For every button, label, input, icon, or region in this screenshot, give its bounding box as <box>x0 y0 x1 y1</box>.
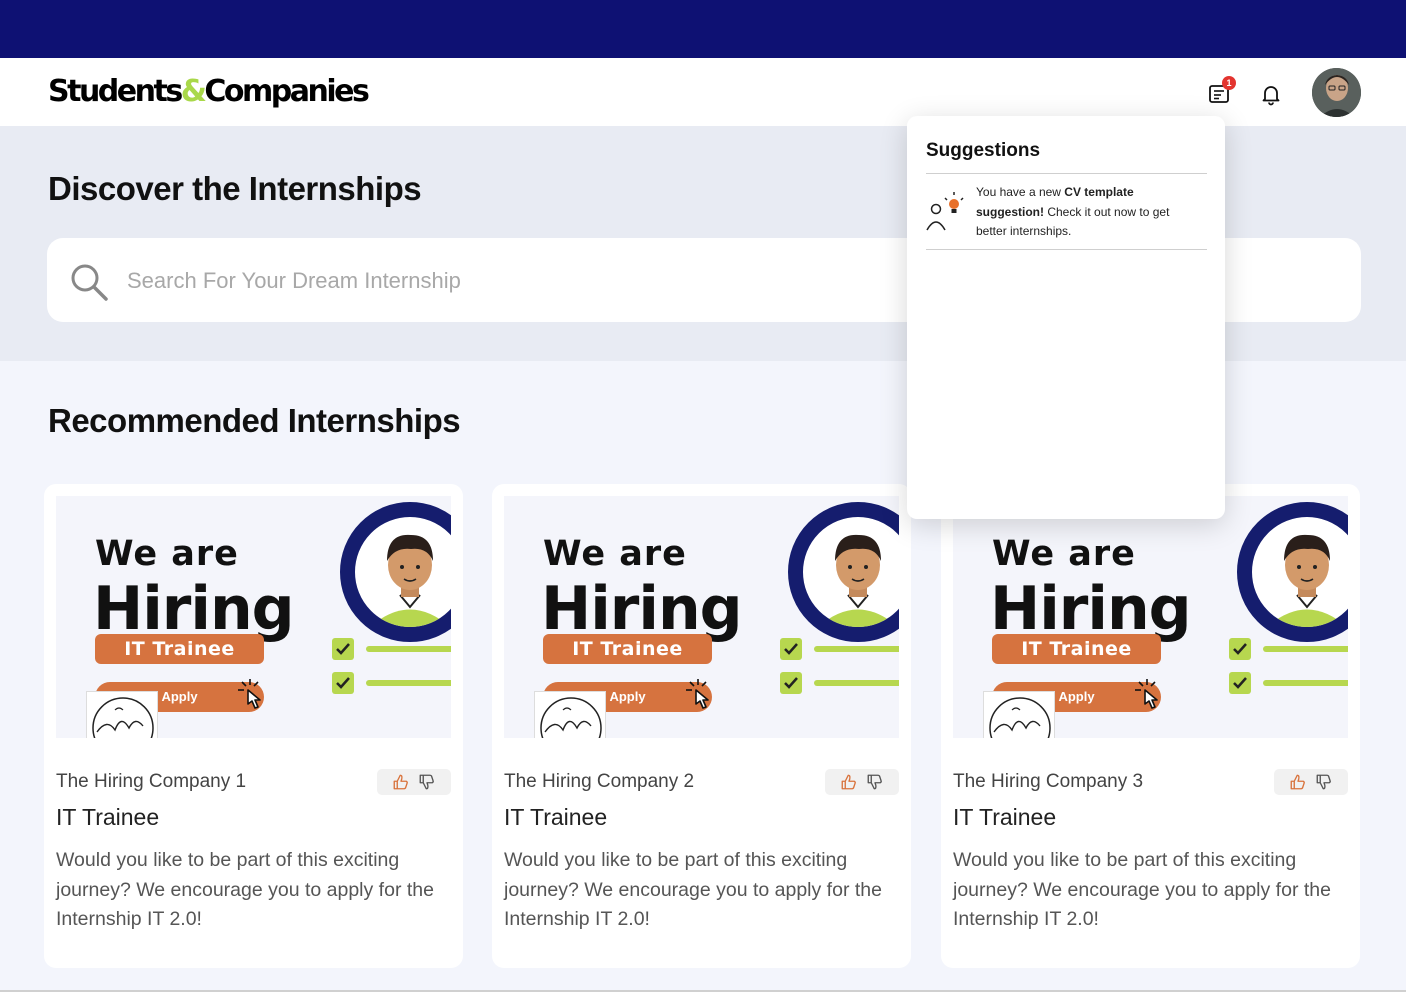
top-bar <box>0 0 1406 58</box>
thumbs-down-icon[interactable] <box>1315 773 1333 791</box>
company-name[interactable]: The Hiring Company 3 <box>953 771 1143 793</box>
banner-line <box>1263 680 1348 686</box>
thumbs-up-icon[interactable] <box>392 773 410 791</box>
user-avatar[interactable] <box>1312 68 1361 117</box>
person-illustration-icon <box>1252 517 1348 627</box>
thumbs-up-icon[interactable] <box>1289 773 1307 791</box>
checkbox-checked-icon <box>780 638 802 660</box>
banner-check-row <box>780 638 899 662</box>
banner-line <box>1263 646 1348 652</box>
job-title[interactable]: IT Trainee <box>56 804 159 831</box>
card-banner-image[interactable]: We are Hiring IT Trainee Apply <box>504 496 899 738</box>
thumbs-down-icon[interactable] <box>418 773 436 791</box>
notification-badge: 1 <box>1222 76 1236 90</box>
person-illustration-icon <box>355 517 451 627</box>
company-name[interactable]: The Hiring Company 2 <box>504 771 694 793</box>
banner-check-row <box>332 672 451 696</box>
banner-line <box>814 646 899 652</box>
section-title-recommended: Recommended Internships <box>48 402 461 439</box>
job-description: Would you like to be part of this exciti… <box>56 849 434 930</box>
company-logo <box>86 691 158 738</box>
idea-person-icon <box>924 189 968 238</box>
banner-check-row <box>780 672 899 696</box>
divider <box>926 173 1207 174</box>
search-icon <box>69 262 109 307</box>
internship-card[interactable]: We are Hiring IT Trainee Apply The Hiring Co… <box>44 484 463 968</box>
person-illustration-icon <box>803 517 899 627</box>
banner-portrait <box>1237 502 1348 642</box>
brand-amp: & <box>180 74 207 109</box>
job-title[interactable]: IT Trainee <box>504 804 607 831</box>
cursor-click-icon <box>1129 676 1169 717</box>
vote-controls <box>1274 769 1348 795</box>
banner-portrait <box>340 502 451 642</box>
suggestion-text: You have a new CV template suggestion! C… <box>976 185 1170 238</box>
page-title: Discover the Internships <box>48 170 422 207</box>
banner-line1: We are <box>543 534 687 574</box>
company-logo <box>983 691 1055 738</box>
checkbox-checked-icon <box>1229 672 1251 694</box>
brand-part1: Students <box>48 74 183 109</box>
company-name[interactable]: The Hiring Company 1 <box>56 771 246 793</box>
checkbox-checked-icon <box>1229 638 1251 660</box>
checkbox-checked-icon <box>332 672 354 694</box>
banner-line1: We are <box>95 534 239 574</box>
thumbs-up-icon[interactable] <box>840 773 858 791</box>
job-description: Would you like to be part of this exciti… <box>953 849 1331 930</box>
suggestions-panel: Suggestions You have a new CV template s… <box>907 116 1225 519</box>
vote-controls <box>825 769 899 795</box>
banner-role: IT Trainee <box>992 634 1161 664</box>
brand-logo[interactable]: Students&Companies <box>48 74 370 110</box>
banner-line <box>366 646 451 652</box>
internship-card[interactable]: We are Hiring IT Trainee Apply The Hiring Co… <box>492 484 911 968</box>
cursor-click-icon <box>680 676 720 717</box>
job-description: Would you like to be part of this exciti… <box>504 849 882 930</box>
banner-check-row <box>1229 638 1348 662</box>
cursor-click-icon <box>232 676 272 717</box>
banner-line1: We are <box>992 534 1136 574</box>
card-banner-image[interactable]: We are Hiring IT Trainee Apply <box>953 496 1348 738</box>
search-input[interactable] <box>127 262 887 300</box>
company-logo <box>534 691 606 738</box>
thumbs-down-icon[interactable] <box>866 773 884 791</box>
banner-role: IT Trainee <box>543 634 712 664</box>
internship-card[interactable]: We are Hiring IT Trainee Apply The Hiring Co… <box>941 484 1360 968</box>
suggestions-title: Suggestions <box>926 140 1041 161</box>
divider <box>926 249 1207 250</box>
checkbox-checked-icon <box>780 672 802 694</box>
card-banner-image[interactable]: We are Hiring IT Trainee Apply <box>56 496 451 738</box>
job-title[interactable]: IT Trainee <box>953 804 1056 831</box>
banner-line <box>366 680 451 686</box>
banner-role: IT Trainee <box>95 634 264 664</box>
banner-check-row <box>1229 672 1348 696</box>
cv-document-icon[interactable]: 1 <box>1205 76 1236 108</box>
banner-portrait <box>788 502 899 642</box>
vote-controls <box>377 769 451 795</box>
checkbox-checked-icon <box>332 638 354 660</box>
bell-icon[interactable] <box>1257 80 1285 108</box>
banner-line <box>814 680 899 686</box>
brand-part2: Companies <box>204 74 369 109</box>
banner-check-row <box>332 638 451 662</box>
